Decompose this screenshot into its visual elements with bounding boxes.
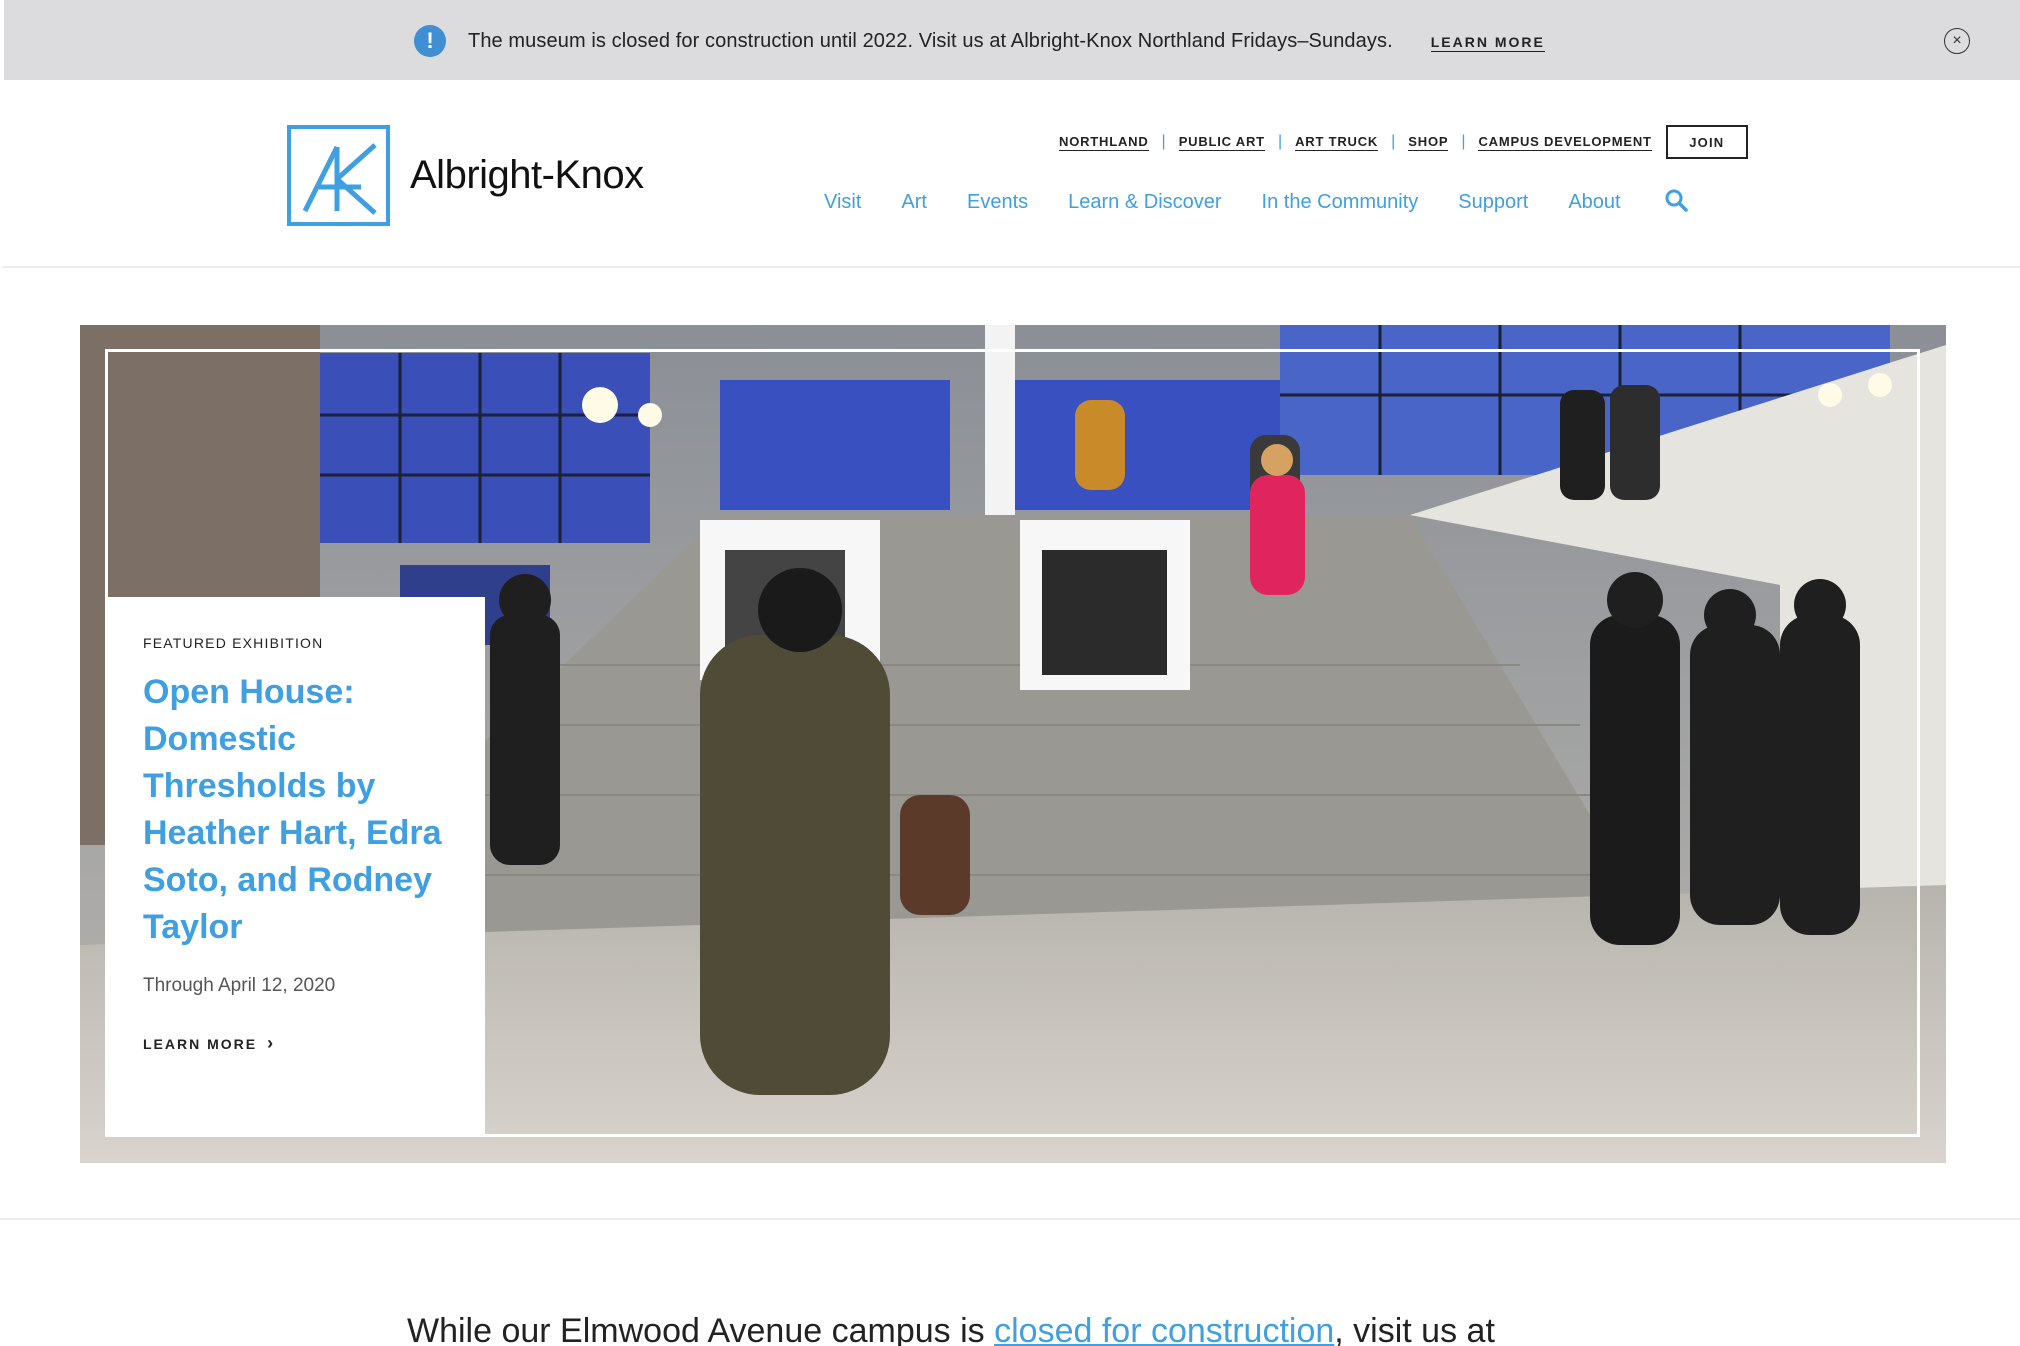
util-nav-public-art[interactable]: PUBLIC ART xyxy=(1178,134,1265,151)
main-nav: Visit Art Events Learn & Discover In the… xyxy=(824,188,1688,217)
logo-text: Albright-Knox xyxy=(410,153,644,197)
nav-item-visit[interactable]: Visit xyxy=(824,191,861,214)
search-icon[interactable] xyxy=(1664,188,1688,217)
join-button[interactable]: JOIN xyxy=(1665,125,1748,159)
alert-message: The museum is closed for construction un… xyxy=(468,29,1393,52)
close-icon[interactable]: × xyxy=(1944,28,1970,54)
intro-paragraph: While our Elmwood Avenue campus is close… xyxy=(407,1312,1495,1346)
info-icon: ! xyxy=(414,25,446,57)
nav-separator: | xyxy=(1391,133,1396,150)
nav-separator: | xyxy=(1277,133,1283,150)
card-kicker: FEATURED EXHIBITION xyxy=(143,635,324,651)
nav-item-art[interactable]: Art xyxy=(901,191,927,214)
alert-bar: ! The museum is closed for construction … xyxy=(0,0,2020,80)
nav-separator: | xyxy=(1461,133,1466,150)
intro-text-before: While our Elmwood Avenue campus is xyxy=(407,1312,995,1346)
nav-separator: | xyxy=(1161,133,1166,150)
util-nav-campus-development[interactable]: CAMPUS DEVELOPMENT xyxy=(1478,134,1652,151)
nav-item-support[interactable]: Support xyxy=(1458,191,1528,214)
alert-content: ! The museum is closed for construction … xyxy=(414,24,1545,58)
logo[interactable]: Albright-Knox xyxy=(287,125,644,226)
exhibition-date: Through April 12, 2020 xyxy=(143,975,336,996)
hero-learn-more-link[interactable]: LEARN MORE › xyxy=(143,1033,447,1054)
util-nav-shop[interactable]: SHOP xyxy=(1408,134,1449,151)
logo-mark-icon xyxy=(287,125,390,226)
hero-banner: FEATURED EXHIBITION Open House: Domestic… xyxy=(80,325,1946,1163)
nav-item-events[interactable]: Events xyxy=(967,191,1028,214)
nav-item-community[interactable]: In the Community xyxy=(1262,191,1419,214)
util-nav-art-truck[interactable]: ART TRUCK xyxy=(1295,134,1379,151)
alert-learn-more-link[interactable]: LEARN MORE xyxy=(1430,34,1545,52)
util-nav-northland[interactable]: NORTHLAND xyxy=(1059,134,1149,151)
section-divider xyxy=(0,1218,2020,1220)
featured-exhibition-card: FEATURED EXHIBITION Open House: Domestic… xyxy=(105,597,485,1137)
hero-learn-more-label: LEARN MORE xyxy=(143,1035,258,1052)
utility-nav: NORTHLAND | PUBLIC ART | ART TRUCK | SHO… xyxy=(1059,125,1748,159)
site-header: Albright-Knox NORTHLAND | PUBLIC ART | A… xyxy=(0,80,2020,268)
nav-item-about[interactable]: About xyxy=(1568,191,1620,214)
intro-text-after: , visit us at xyxy=(1334,1312,1495,1346)
exhibition-title-link[interactable]: Open House: Domestic Thresholds by Heath… xyxy=(143,669,447,951)
nav-item-learn-discover[interactable]: Learn & Discover xyxy=(1068,191,1221,214)
closed-for-construction-link[interactable]: closed for construction xyxy=(994,1312,1334,1346)
chevron-right-icon: › xyxy=(267,1033,276,1053)
